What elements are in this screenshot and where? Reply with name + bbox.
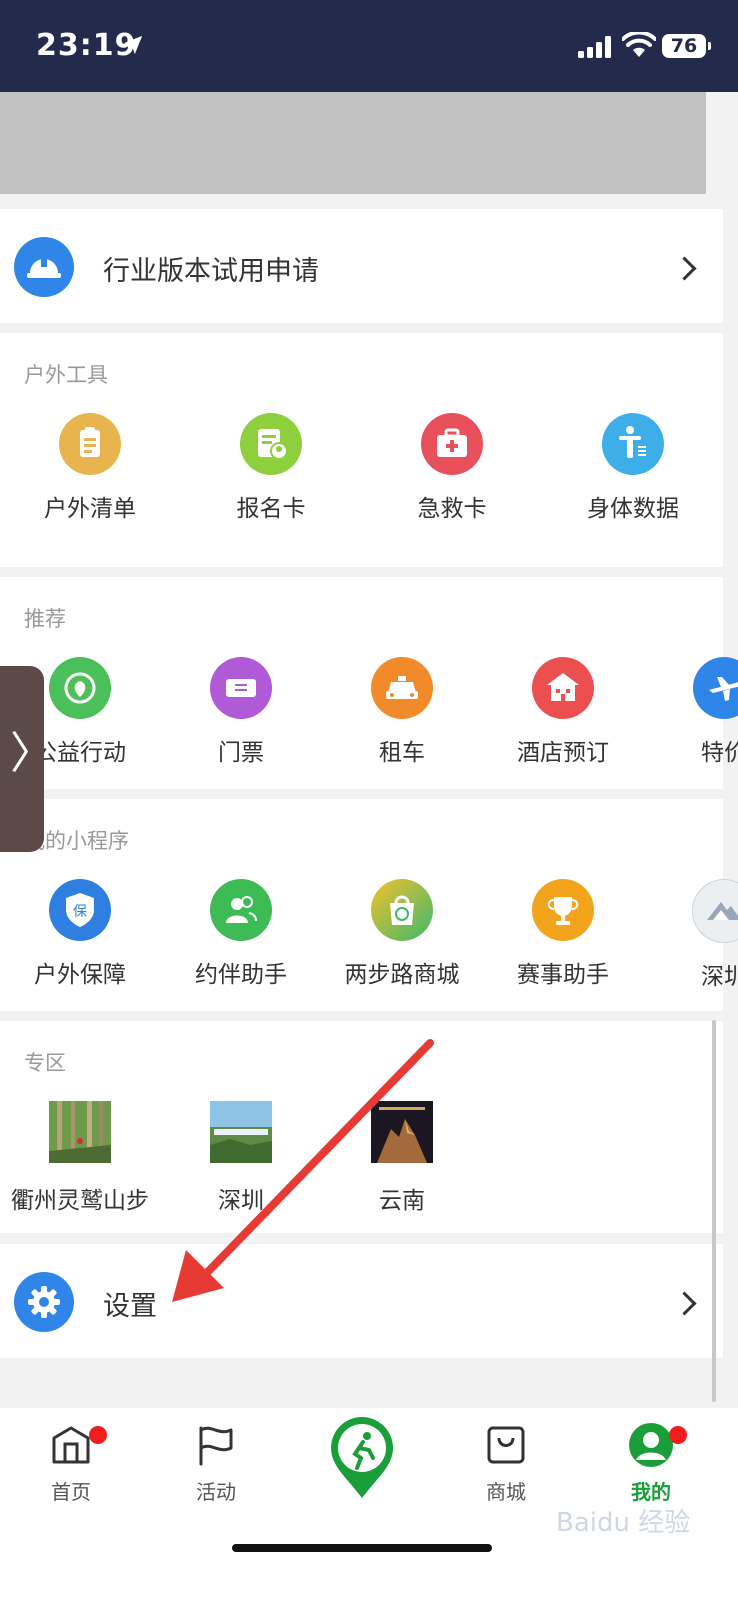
ticket-icon — [210, 657, 272, 719]
mini-event-assistant[interactable]: 赛事助手 — [488, 879, 638, 989]
baidu-watermark: Baidu 经验 — [556, 1508, 691, 1538]
recommend-label: 特价 — [701, 740, 738, 766]
notification-badge — [89, 1426, 107, 1444]
tab-label: 我的 — [631, 1480, 671, 1504]
zone-yunnan[interactable]: 云南 — [322, 1101, 482, 1215]
industry-trial-row[interactable]: 行业版本试用申请 — [0, 209, 723, 323]
recommend-label: 门票 — [218, 740, 264, 766]
tool-label: 报名卡 — [236, 496, 306, 522]
first-aid-kit-icon — [421, 413, 483, 475]
section-title-zones: 专区 — [24, 1051, 66, 1075]
mini-companion-assistant[interactable]: 约伴助手 — [166, 879, 316, 989]
side-drawer-handle[interactable]: 〉 — [0, 666, 54, 852]
tool-first-aid-card[interactable]: 急救卡 — [377, 413, 527, 523]
mini-outdoor-insurance[interactable]: 保 户外保障 — [5, 879, 155, 989]
wifi-icon — [622, 32, 656, 57]
profile-icon — [629, 1423, 673, 1467]
registration-card-icon — [240, 413, 302, 475]
zone-label: 衢州灵鹫山步 — [11, 1188, 149, 1214]
shenzhen-logo-icon — [692, 879, 738, 943]
companion-icon — [210, 879, 272, 941]
flag-icon — [199, 1426, 233, 1466]
mini-program-label: 赛事助手 — [517, 962, 609, 988]
mini-program-label: 深圳 — [701, 964, 738, 990]
section-title-recommend: 推荐 — [24, 607, 66, 631]
tool-label: 户外清单 — [44, 496, 136, 522]
zone-shenzhen[interactable]: 深圳 — [161, 1101, 321, 1215]
tool-label: 急救卡 — [417, 496, 487, 522]
mini-program-label: 户外保障 — [34, 962, 126, 988]
charity-icon — [49, 657, 111, 719]
tab-label: 商城 — [486, 1480, 526, 1504]
tab-activity[interactable]: 活动 — [156, 1422, 276, 1505]
trophy-icon — [532, 879, 594, 941]
recommend-hotel[interactable]: 酒店预订 — [488, 657, 638, 767]
gear-icon — [14, 1272, 74, 1332]
tool-label: 身体数据 — [587, 496, 679, 522]
zone-thumbnail-landscape — [210, 1101, 272, 1163]
insurance-shield-icon: 保 — [49, 879, 111, 941]
recommend-special-offer[interactable]: 特价 — [649, 657, 738, 767]
home-icon — [52, 1426, 90, 1464]
settings-row[interactable]: 设置 — [0, 1244, 723, 1358]
tab-mall[interactable]: 商城 — [446, 1422, 566, 1505]
zone-thumbnail-mountain — [371, 1101, 433, 1163]
zone-quzhou[interactable]: 衢州灵鹫山步 — [0, 1101, 160, 1215]
body-data-icon — [602, 413, 664, 475]
recommend-ticket[interactable]: 门票 — [166, 657, 316, 767]
chevron-right-icon — [672, 1291, 697, 1316]
mini-shenzhen[interactable]: 深圳 — [649, 879, 738, 991]
zone-label: 深圳 — [218, 1188, 264, 1214]
tab-label: 首页 — [51, 1480, 91, 1504]
mini-program-label: 两步路商城 — [344, 962, 460, 988]
chevron-right-icon: 〉 — [10, 728, 54, 779]
hotel-icon — [532, 657, 594, 719]
battery-icon: 76 — [662, 34, 711, 58]
svg-text:保: 保 — [73, 904, 87, 920]
mini-program-label: 约伴助手 — [195, 962, 287, 988]
plane-icon — [693, 657, 738, 719]
tool-outdoor-list[interactable]: 户外清单 — [15, 413, 165, 523]
notification-badge — [669, 1426, 687, 1444]
tab-home[interactable]: 首页 — [11, 1422, 131, 1505]
car-icon — [371, 657, 433, 719]
settings-label: 设置 — [103, 1291, 157, 1322]
tool-registration-card[interactable]: 报名卡 — [196, 413, 346, 523]
home-indicator[interactable] — [232, 1544, 492, 1552]
section-title-outdoor-tools: 户外工具 — [24, 363, 108, 387]
scrollbar[interactable] — [712, 1020, 716, 1402]
twostep-logo-icon — [331, 1417, 393, 1498]
zone-label: 云南 — [379, 1188, 425, 1214]
shop-bag-icon — [371, 879, 433, 941]
status-bar: 23:19 76 — [0, 0, 738, 92]
industry-trial-label: 行业版本试用申请 — [103, 256, 319, 287]
banner-placeholder[interactable] — [0, 92, 706, 194]
tab-twostep-center[interactable] — [302, 1416, 422, 1504]
tab-label: 活动 — [196, 1480, 236, 1504]
cellular-signal-icon — [578, 36, 611, 58]
mini-programs-section: 我的小程序 保 户外保障 约伴助手 两步路商城 赛事助手 深圳 — [0, 799, 738, 1011]
clipboard-icon — [59, 413, 121, 475]
recommend-label: 租车 — [379, 740, 425, 766]
recommend-label: 酒店预订 — [517, 740, 609, 766]
mini-twostep-shop[interactable]: 两步路商城 — [327, 879, 477, 989]
tab-mine[interactable]: 我的 — [591, 1422, 711, 1505]
recommend-car-rental[interactable]: 租车 — [327, 657, 477, 767]
helmet-icon — [14, 237, 74, 297]
tool-body-data[interactable]: 身体数据 — [558, 413, 708, 523]
location-arrow-icon — [123, 35, 143, 55]
zones-section: 专区 衢州灵鹫山步 深圳 云南 — [0, 1021, 723, 1233]
outdoor-tools-section: 户外工具 户外清单 报名卡 急救卡 身体数据 — [0, 333, 723, 567]
chevron-right-icon — [672, 256, 697, 281]
recommend-section: 推荐 公益行动 门票 租车 酒店预订 特价 — [0, 577, 738, 789]
shopping-bag-icon — [487, 1426, 525, 1464]
zone-thumbnail-forest — [49, 1101, 111, 1163]
